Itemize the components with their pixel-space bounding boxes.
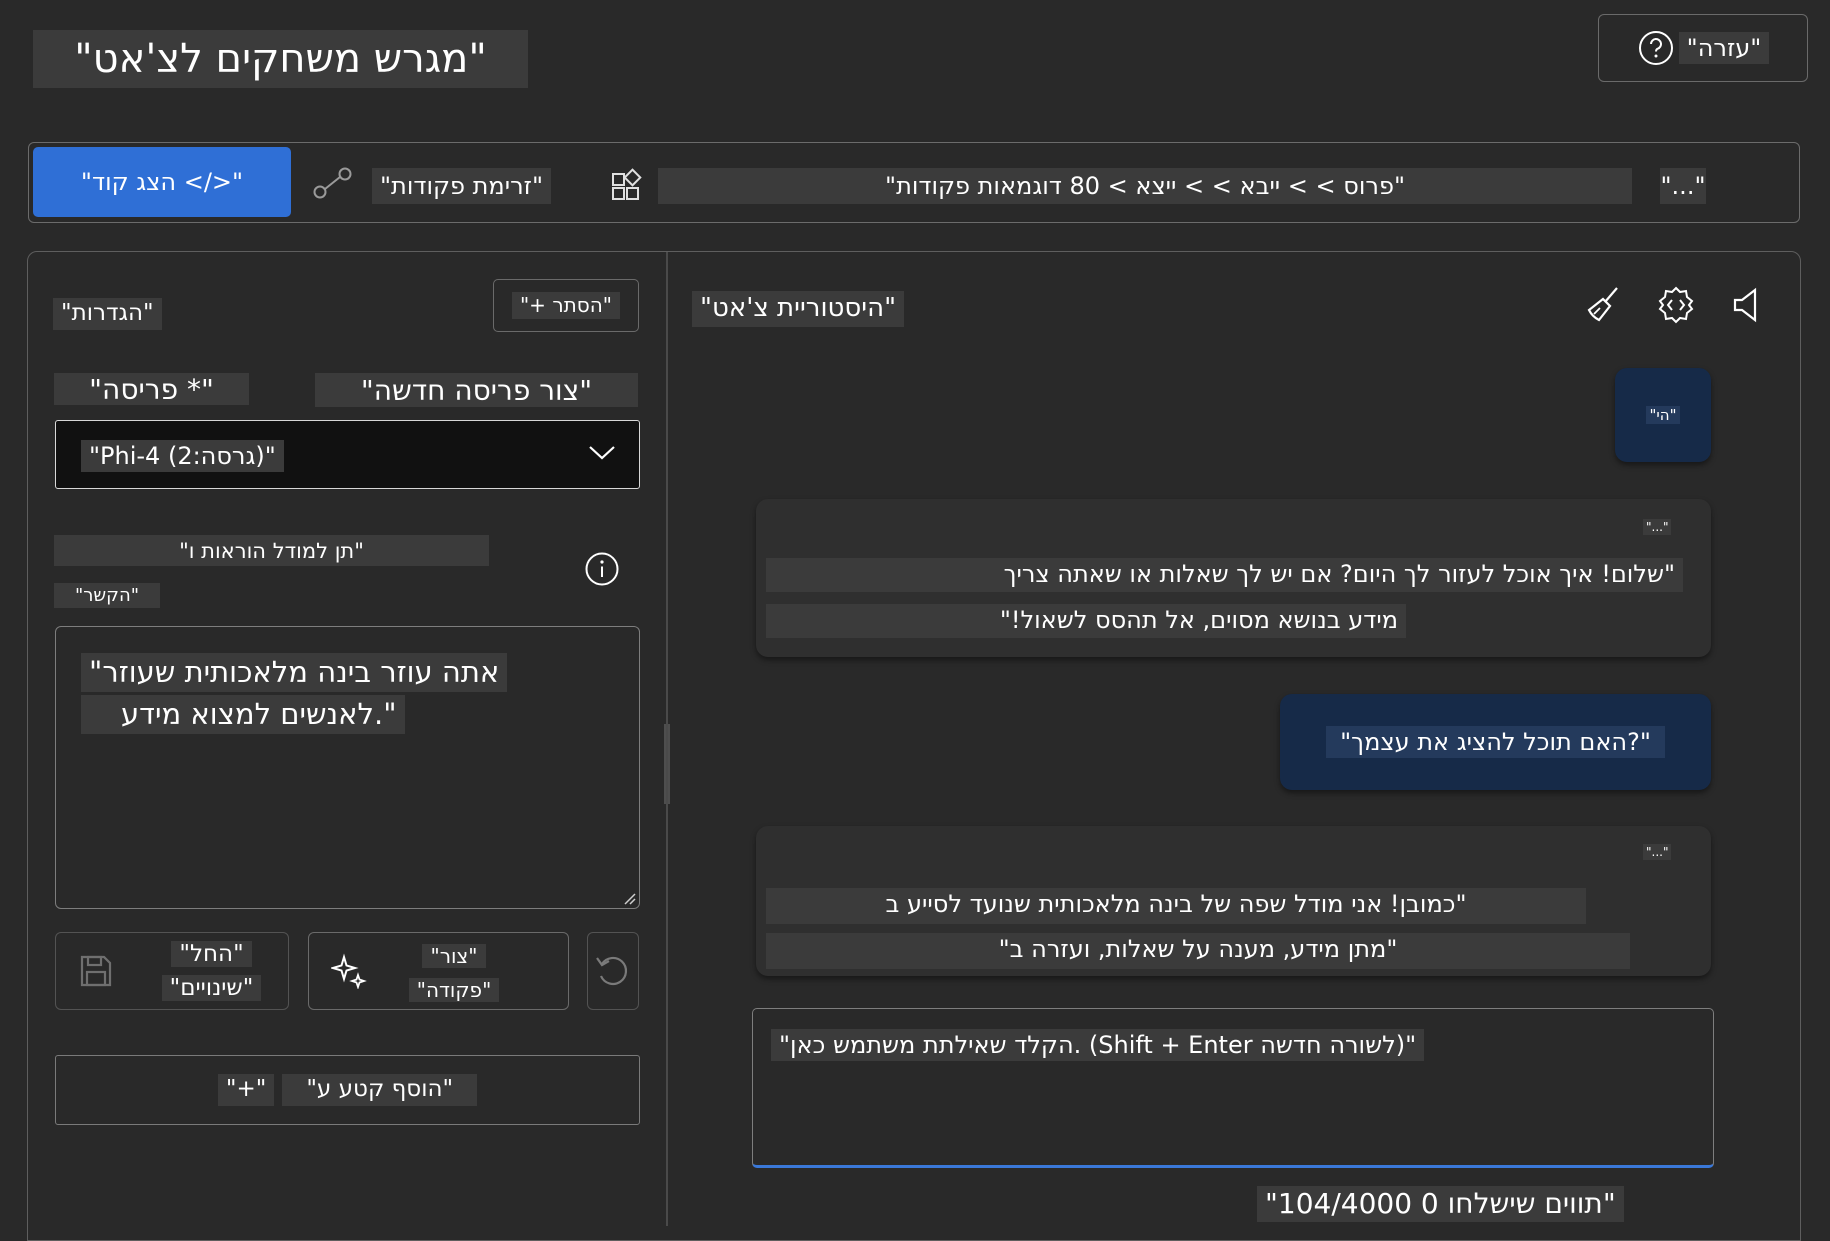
save-icon (78, 953, 114, 989)
instructions-label: "תן למודל הוראות ו" (54, 535, 489, 566)
message-line: "מתן מידע, מענה על שאלות, ועזרה ב" (766, 933, 1630, 969)
page-title-text: "מגרש משחקים לצ'אט" (74, 36, 487, 82)
gear-icon[interactable] (1655, 284, 1697, 326)
new-persona-link[interactable]: "צור פריסה חדשה" (315, 373, 638, 407)
char-counter: "104/4000 תווים שישלחו 0" (1257, 1186, 1624, 1222)
persona-label: "פריסה *" (54, 373, 249, 406)
message-text: "האם תוכל להציג את עצמך?" (1326, 726, 1665, 758)
more-button[interactable]: "..." (1660, 168, 1706, 204)
resize-grip-icon[interactable] (622, 891, 636, 905)
view-code-label: "הצג קוד </>" (80, 168, 244, 196)
changes-label: "שינויים" (161, 975, 262, 1001)
message-text: "הי" (1645, 406, 1681, 424)
gallery-icon[interactable] (610, 164, 648, 202)
model-select-value: "Phi-4 (גרסה:2)" (81, 440, 284, 473)
info-icon[interactable] (584, 551, 620, 587)
settings-title: "הגדרות" (53, 298, 162, 330)
apply-label: "החל" (171, 941, 252, 967)
view-code-button[interactable]: "הצג קוד </>" (33, 147, 291, 217)
system-prompt-line: "אתה עוזר בינה מלאכותית שעוזר (81, 653, 508, 693)
generate-label: "צור" (422, 944, 486, 968)
page-title: "מגרש משחקים לצ'אט" (33, 30, 528, 88)
system-prompt-line: לאנשים למצוא מידע." (81, 695, 405, 735)
add-snippet-button[interactable]: "+" "הוסף קטע ע" (55, 1055, 640, 1125)
undo-button[interactable] (587, 932, 639, 1010)
chat-history-title: "היסטוריית צ'אט" (692, 291, 905, 327)
breadcrumb-text: "פרוס > > ייבא > > ייצא > 80 דוגמאות פקו… (885, 172, 1405, 200)
command-flow-button[interactable]: "זרימת פקודות" (372, 168, 551, 204)
prompt-label: "פקודה" (408, 978, 500, 1002)
model-select[interactable]: "Phi-4 (גרסה:2)" (55, 420, 640, 489)
message-line: מידע בנושא מסוים, אל תהסס לשאול!" (766, 604, 1406, 638)
message-header: "..." (1643, 519, 1672, 536)
assistant-message: "..." "שלום! איך אוכל לעזור לך היום? אם … (756, 499, 1711, 657)
add-snippet-label: "הוסף קטע ע" (282, 1074, 478, 1106)
message-header: "..." (1643, 844, 1672, 861)
system-prompt-textarea[interactable]: "אתה עוזר בינה מלאכותית שעוזר לאנשים למצ… (55, 626, 640, 909)
resize-handle[interactable] (663, 724, 671, 804)
instructions-label-context: "הקשר" (54, 583, 160, 608)
generate-prompt-button[interactable]: "צור" "פקודה" (308, 932, 569, 1010)
prompt-flow-icon (312, 165, 354, 201)
hide-label: "+ הסתר" (511, 292, 620, 319)
hide-settings-button[interactable]: "+ הסתר" (493, 279, 639, 332)
chat-input-placeholder: "הקלד שאילתת משתמש כאן. (Shift + Enter ל… (771, 1029, 1425, 1062)
help-label: "עזרה" (1678, 31, 1770, 65)
question-circle-icon (1637, 29, 1675, 67)
user-message: "הי" (1615, 368, 1711, 462)
message-line: "שלום! איך אוכל לעזור לך היום? אם יש לך … (766, 558, 1683, 592)
add-snippet-plus: "+" (217, 1074, 275, 1106)
message-line: "כמובן! אני מודל שפה של בינה מלאכותית שנ… (766, 888, 1586, 924)
chevron-down-icon (587, 443, 617, 463)
undo-icon (594, 952, 632, 990)
speaker-icon[interactable] (1727, 284, 1769, 326)
user-message: "האם תוכל להציג את עצמך?" (1280, 694, 1711, 790)
assistant-message: "..." "כמובן! אני מודל שפה של בינה מלאכו… (756, 826, 1711, 976)
sparkle-icon (331, 953, 367, 989)
broom-icon[interactable] (1583, 284, 1625, 326)
chat-input[interactable]: "הקלד שאילתת משתמש כאן. (Shift + Enter ל… (752, 1008, 1714, 1168)
breadcrumb[interactable]: "פרוס > > ייבא > > ייצא > 80 דוגמאות פקו… (658, 168, 1632, 204)
help-button[interactable]: "עזרה" (1598, 14, 1808, 82)
apply-changes-button[interactable]: "החל" "שינויים" (55, 932, 289, 1010)
